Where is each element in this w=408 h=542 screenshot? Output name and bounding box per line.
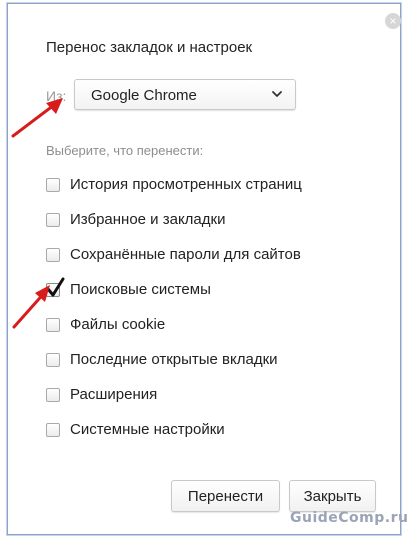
option-label: Избранное и закладки: [70, 211, 226, 228]
section-label: Выберите, что перенести:: [46, 143, 204, 158]
option-label: Последние открытые вкладки: [70, 351, 278, 368]
browser-select[interactable]: Google Chrome: [74, 79, 296, 110]
option-label: История просмотренных страниц: [70, 176, 302, 193]
close-icon[interactable]: ×: [385, 13, 401, 29]
checkbox[interactable]: [46, 423, 60, 437]
option-label: Сохранённые пароли для сайтов: [70, 246, 301, 263]
checkbox[interactable]: [46, 248, 60, 262]
checkbox[interactable]: [46, 213, 60, 227]
watermark: GuideComp.ru: [290, 510, 408, 526]
close-button[interactable]: Закрыть: [289, 480, 376, 512]
annotation-arrow-icon: [11, 98, 63, 138]
chevron-down-icon: [272, 91, 282, 97]
option-label: Файлы cookie: [70, 316, 166, 333]
import-dialog: × Перенос закладок и настроек Из: Google…: [7, 3, 401, 535]
option-label: Расширения: [70, 386, 158, 403]
checkbox[interactable]: [46, 388, 60, 402]
checkbox[interactable]: [46, 353, 60, 367]
checkbox[interactable]: [46, 178, 60, 192]
dialog-title: Перенос закладок и настроек: [46, 39, 253, 56]
browser-select-value: Google Chrome: [91, 87, 197, 104]
annotation-arrow-icon: [12, 285, 50, 329]
option-label: Системные настройки: [70, 421, 225, 438]
transfer-button[interactable]: Перенести: [171, 480, 280, 512]
option-label: Поисковые системы: [70, 281, 211, 298]
